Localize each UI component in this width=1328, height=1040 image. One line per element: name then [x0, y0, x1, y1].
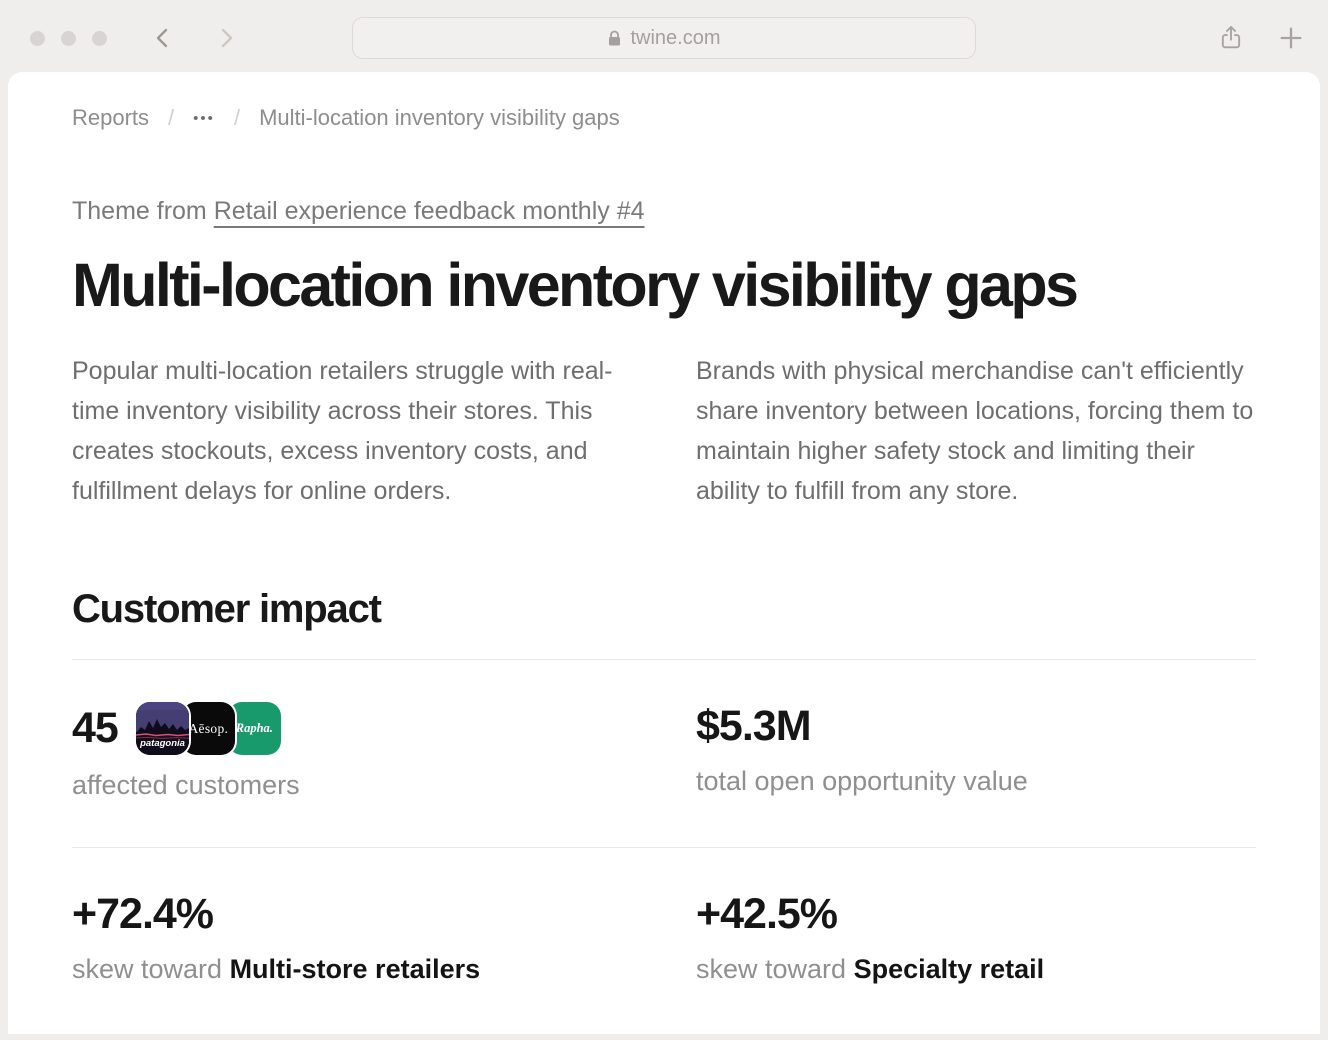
breadcrumb-ellipsis-button[interactable]: ••• — [193, 110, 215, 127]
stat-value: +42.5% — [696, 890, 837, 939]
stat-skew-multi-store: +72.4% skew toward Multi-store retailers — [72, 890, 632, 985]
patagonia-logo: patagonia — [136, 702, 189, 755]
svg-text:patagonia: patagonia — [139, 738, 185, 749]
page-title: Multi-location inventory visibility gaps — [72, 252, 1256, 319]
browser-chrome: twine.com — [0, 0, 1328, 72]
stat-label: affected customers — [72, 770, 632, 801]
address-bar[interactable]: twine.com — [352, 17, 976, 59]
aesop-logo: Aēsop. — [182, 702, 235, 755]
forward-button[interactable] — [214, 26, 238, 50]
back-button[interactable] — [151, 26, 175, 50]
aesop-logo-text: Aēsop. — [189, 721, 229, 737]
chevron-right-icon — [214, 26, 238, 50]
stat-value: 45 — [72, 704, 118, 753]
breadcrumb: Reports / ••• / Multi-location inventory… — [72, 105, 1256, 131]
stat-opportunity-value: $5.3M total open opportunity value — [696, 702, 1256, 801]
window-close-button[interactable] — [30, 31, 45, 46]
window-zoom-button[interactable] — [92, 31, 107, 46]
window-controls — [30, 31, 107, 46]
breadcrumb-item-reports[interactable]: Reports — [72, 105, 149, 131]
rapha-logo: Rapha. — [228, 702, 281, 755]
skew-segment: Multi-store retailers — [230, 954, 481, 984]
customer-avatar-stack: patagonia Aēsop. Rapha. — [136, 702, 281, 755]
summary-paragraph-left: Popular multi-location retailers struggl… — [72, 351, 632, 511]
stat-value: +72.4% — [72, 890, 213, 939]
theme-source-link[interactable]: Retail experience feedback monthly #4 — [214, 197, 645, 225]
theme-prefix: Theme from — [72, 197, 214, 225]
new-tab-button[interactable] — [1277, 24, 1305, 52]
rapha-logo-text: Rapha. — [236, 721, 273, 736]
skew-segment: Specialty retail — [854, 954, 1045, 984]
skew-prefix: skew toward — [72, 954, 230, 984]
stat-label: total open opportunity value — [696, 766, 1256, 797]
share-icon — [1217, 24, 1245, 52]
share-button[interactable] — [1217, 24, 1245, 52]
theme-source-line: Theme from Retail experience feedback mo… — [72, 197, 1256, 226]
breadcrumb-separator: / — [168, 105, 174, 131]
stat-label: skew toward Multi-store retailers — [72, 954, 632, 985]
stats-row-1: 45 patagonia Aēs — [72, 660, 1256, 847]
summary-columns: Popular multi-location retailers struggl… — [72, 351, 1256, 511]
stats-row-2: +72.4% skew toward Multi-store retailers… — [72, 848, 1256, 1031]
plus-icon — [1277, 24, 1305, 52]
stat-label: skew toward Specialty retail — [696, 954, 1256, 985]
report-page: Reports / ••• / Multi-location inventory… — [8, 72, 1320, 1034]
summary-paragraph-right: Brands with physical merchandise can't e… — [696, 351, 1256, 511]
window-minimize-button[interactable] — [61, 31, 76, 46]
stat-affected-customers: 45 patagonia Aēs — [72, 702, 632, 801]
chevron-left-icon — [151, 26, 175, 50]
skew-prefix: skew toward — [696, 954, 854, 984]
patagonia-logo-icon: patagonia — [136, 702, 189, 755]
lock-icon — [607, 30, 622, 47]
stat-skew-specialty: +42.5% skew toward Specialty retail — [696, 890, 1256, 985]
address-url: twine.com — [630, 27, 720, 50]
breadcrumb-separator: / — [234, 105, 240, 131]
customer-impact-heading: Customer impact — [72, 587, 1256, 632]
breadcrumb-item-current: Multi-location inventory visibility gaps — [259, 105, 620, 131]
stat-value: $5.3M — [696, 702, 811, 751]
